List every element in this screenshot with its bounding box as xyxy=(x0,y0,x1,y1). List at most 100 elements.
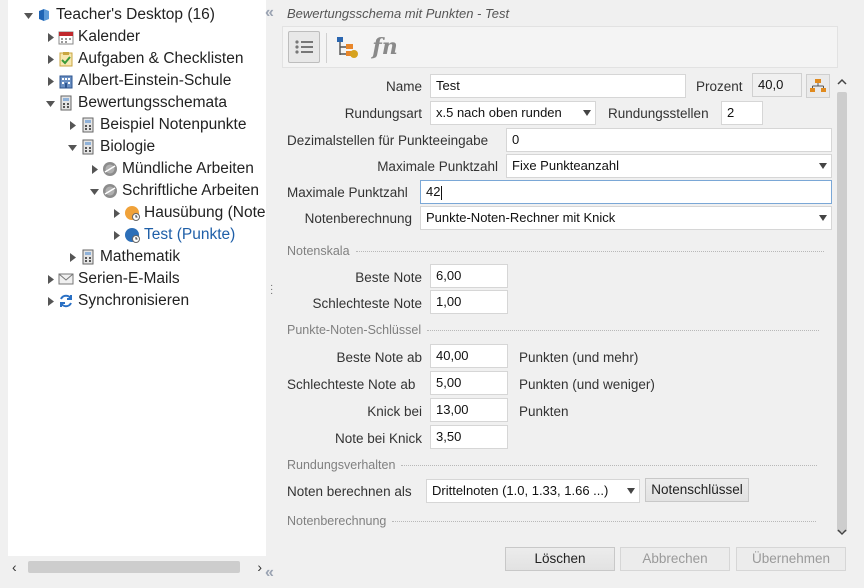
collapsed-arrow-icon[interactable] xyxy=(44,53,56,65)
beste-note-ab-label: Beste Note ab xyxy=(336,350,422,365)
tree-item-label: Aufgaben & Checklisten xyxy=(78,50,244,67)
tree-item[interactable]: Kalender xyxy=(44,26,140,48)
tree-item[interactable]: Synchronisieren xyxy=(44,290,189,312)
blue-disc-icon xyxy=(124,227,140,243)
calculator-icon xyxy=(80,249,96,265)
tree-item[interactable]: Mathematik xyxy=(66,246,180,268)
name-label: Name xyxy=(385,79,422,94)
tree-item[interactable]: Hausübung (Note xyxy=(110,202,266,224)
tree-item[interactable]: Biologie xyxy=(66,136,155,158)
collapsed-arrow-icon[interactable] xyxy=(44,31,56,43)
section-schluessel: Punkte-Noten-Schlüssel xyxy=(287,322,820,338)
tree-item[interactable]: Bewertungsschemata xyxy=(44,92,227,114)
mail-icon xyxy=(58,271,74,287)
notenschluessel-button[interactable]: Notenschlüssel xyxy=(645,478,749,502)
collapsed-arrow-icon[interactable] xyxy=(110,207,122,219)
tree-item-label: Bewertungsschemata xyxy=(78,94,228,111)
grey-disc-icon xyxy=(102,183,118,199)
max-punktzahl-mode-select[interactable]: Fixe Punkteanzahl xyxy=(506,154,832,178)
collapse-panel-icon[interactable]: « xyxy=(265,4,274,22)
tree-item-label: Biologie xyxy=(100,138,156,155)
schlechteste-note-field[interactable]: 1,00 xyxy=(430,290,508,314)
tree-item[interactable]: Teacher's Desktop (16) xyxy=(22,4,215,26)
calendar-icon xyxy=(58,29,74,45)
schlechteste-note-ab-field[interactable]: 5,00 xyxy=(430,371,508,395)
max-punktzahl-value: 42 xyxy=(426,184,441,199)
toolbar-separator xyxy=(326,33,327,63)
section-notenskala: Notenskala xyxy=(287,243,824,259)
collapsed-arrow-icon[interactable] xyxy=(66,119,78,131)
list-icon[interactable] xyxy=(288,31,320,63)
calculator-icon xyxy=(80,139,96,155)
section-divider xyxy=(427,329,820,331)
section-notenberechnung-title: Notenberechnung xyxy=(287,514,387,528)
calculator-icon xyxy=(58,95,74,111)
navigation-tree[interactable]: Teacher's Desktop (16) Kalender Aufgaben &… xyxy=(8,0,266,556)
expanded-arrow-icon[interactable] xyxy=(44,97,56,109)
tree-item[interactable]: Albert-Einstein-Schule xyxy=(44,70,231,92)
panel-title: Bewertungsschema mit Punkten - Test xyxy=(287,6,510,21)
uebernehmen-button[interactable]: Übernehmen xyxy=(736,547,846,571)
note-bei-knick-field[interactable]: 3,50 xyxy=(430,425,508,449)
rundungsart-select[interactable]: x.5 nach oben runden xyxy=(430,101,596,125)
collapsed-arrow-icon[interactable] xyxy=(44,75,56,87)
schlechteste-note-ab-suffix: Punkten (und weniger) xyxy=(519,377,655,392)
max-punktzahl-mode-label: Maximale Punktzahl xyxy=(377,159,498,174)
tree-item[interactable]: Mündliche Arbeiten xyxy=(88,158,254,180)
tree-item[interactable]: Schriftliche Arbeiten xyxy=(88,180,259,202)
collapsed-arrow-icon[interactable] xyxy=(44,273,56,285)
prozent-label: Prozent xyxy=(696,79,743,94)
section-notenskala-title: Notenskala xyxy=(287,244,350,258)
expanded-arrow-icon[interactable] xyxy=(66,141,78,153)
loeschen-button[interactable]: Löschen xyxy=(505,547,615,571)
tree-item-label: Schriftliche Arbeiten xyxy=(122,182,259,199)
chevron-down-icon xyxy=(819,163,827,169)
max-punktzahl-label: Maximale Punktzahl xyxy=(287,185,408,200)
dezimalstellen-label: Dezimalstellen für Punkteeingabe xyxy=(287,133,489,148)
checklist-icon xyxy=(58,51,74,67)
collapsed-arrow-icon[interactable] xyxy=(44,295,56,307)
scroll-up-icon[interactable] xyxy=(836,76,848,88)
name-field[interactable]: Test xyxy=(430,74,686,98)
section-notenberechnung: Notenberechnung xyxy=(287,513,817,529)
scroll-down-icon[interactable] xyxy=(836,526,848,538)
beste-note-ab-field[interactable]: 40,00 xyxy=(430,344,508,368)
collapsed-arrow-icon[interactable] xyxy=(66,251,78,263)
beste-note-field[interactable]: 6,00 xyxy=(430,264,508,288)
scrollbar-thumb[interactable] xyxy=(28,561,240,573)
collapsed-arrow-icon[interactable] xyxy=(110,229,122,241)
expanded-arrow-icon[interactable] xyxy=(22,9,34,21)
tree-item[interactable]: Aufgaben & Checklisten xyxy=(44,48,243,70)
tree-item[interactable]: Beispiel Notenpunkte xyxy=(66,114,247,136)
rundungsart-value: x.5 nach oben runden xyxy=(436,105,562,120)
abbrechen-button[interactable]: Abbrechen xyxy=(620,547,730,571)
text-cursor xyxy=(441,185,443,200)
rundungsart-label: Rundungsart xyxy=(344,106,422,121)
notenberechnung-select[interactable]: Punkte-Noten-Rechner mit Knick xyxy=(420,206,832,230)
tree-item-label: Hausübung (Note xyxy=(144,204,266,221)
knick-field[interactable]: 13,00 xyxy=(430,398,508,422)
max-punktzahl-field[interactable]: 42 xyxy=(420,180,832,204)
function-icon[interactable]: fn xyxy=(369,31,401,63)
splitter-handle[interactable]: · · · xyxy=(270,281,274,299)
orange-disc-icon xyxy=(124,205,140,221)
section-divider xyxy=(392,520,817,522)
expanded-arrow-icon[interactable] xyxy=(88,185,100,197)
section-rundungsverhalten: Rundungsverhalten xyxy=(287,457,818,473)
scroll-right-icon[interactable]: › xyxy=(250,558,262,576)
section-divider xyxy=(401,464,818,466)
tree-item[interactable]: Test (Punkte) xyxy=(110,224,235,246)
form-vertical-scrollbar[interactable] xyxy=(834,72,850,540)
tree-item[interactable]: Serien-E-Mails xyxy=(44,268,180,290)
hierarchy-icon[interactable] xyxy=(806,74,830,98)
dezimalstellen-field[interactable]: 0 xyxy=(506,128,832,152)
noten-berechnen-select[interactable]: Drittelnoten (1.0, 1.33, 1.66 ...) xyxy=(426,479,640,503)
collapsed-arrow-icon[interactable] xyxy=(88,163,100,175)
collapse-tree-icon[interactable]: « xyxy=(265,564,274,582)
tree-structure-icon[interactable] xyxy=(331,31,363,63)
rundungsstellen-field[interactable]: 2 xyxy=(721,101,763,125)
tree-item-label: Mathematik xyxy=(100,248,181,265)
tree-horizontal-scrollbar[interactable]: ‹ › xyxy=(8,558,266,576)
scrollbar-thumb[interactable] xyxy=(837,92,847,532)
scroll-left-icon[interactable]: ‹ xyxy=(12,558,24,576)
